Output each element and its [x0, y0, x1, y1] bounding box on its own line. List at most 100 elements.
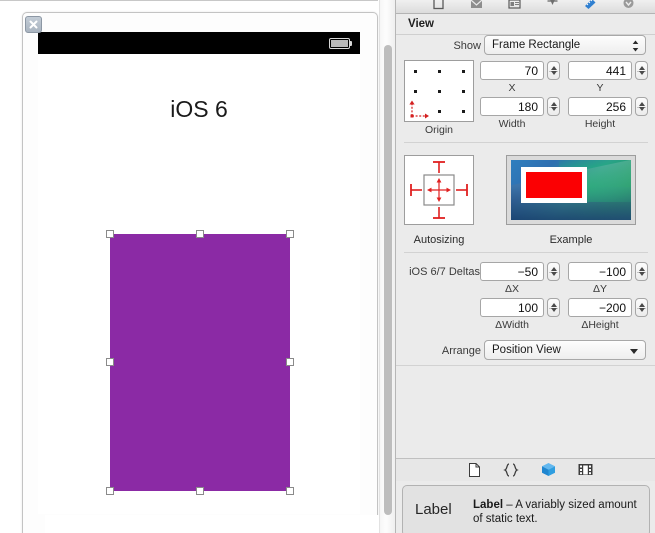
canvas-bottom-area	[45, 515, 401, 533]
show-popup-button[interactable]: Frame Rectangle	[484, 35, 646, 55]
battery-icon	[329, 38, 353, 49]
delta-width-value: 100	[517, 301, 538, 315]
example-caption: Example	[549, 234, 593, 246]
device-status-bar	[38, 32, 360, 54]
connections-inspector-tab[interactable]	[620, 0, 636, 10]
label-object-description: Label – A variably sized amount of stati…	[473, 498, 641, 526]
object-library-panel: Label Label – A variably sized amount of…	[396, 481, 655, 533]
interface-builder-canvas[interactable]: iOS 6	[0, 0, 401, 533]
ios-version-label: iOS 6	[170, 96, 228, 122]
delta-y-stepper[interactable]	[635, 262, 648, 281]
origin-dot-ml[interactable]	[414, 90, 417, 93]
frame-height-stepper[interactable]	[635, 97, 648, 116]
label-object-thumbnail: Label	[415, 501, 452, 518]
autosizing-caption: Autosizing	[413, 234, 465, 246]
delta-x-stepper[interactable]	[547, 262, 560, 281]
arrange-popup-value: Position View	[492, 344, 561, 356]
frame-width-value: 180	[517, 100, 538, 114]
file-inspector-tab[interactable]	[430, 0, 446, 10]
frame-x-label: X	[508, 82, 516, 94]
autosizing-control[interactable]	[404, 155, 474, 225]
delta-x-label: ΔX	[504, 283, 520, 295]
deltas-label: iOS 6/7 Deltas	[409, 266, 480, 278]
example-red-rect	[526, 172, 582, 198]
object-library-tab[interactable]	[541, 462, 556, 480]
delta-height-value: −200	[598, 301, 626, 315]
origin-dot-tc[interactable]	[438, 70, 441, 73]
frame-height-input[interactable]: 256	[568, 97, 632, 116]
resize-handle-top-right[interactable]	[286, 230, 294, 238]
delta-height-input[interactable]: −200	[568, 298, 632, 317]
resize-handle-middle-left[interactable]	[106, 358, 114, 366]
autosizing-example	[506, 155, 636, 225]
origin-dot-mr[interactable]	[462, 90, 465, 93]
frame-y-input[interactable]: 441	[568, 61, 632, 80]
library-tab-bar[interactable]	[396, 458, 655, 482]
example-frame	[521, 167, 587, 203]
show-popup-value: Frame Rectangle	[492, 39, 581, 51]
delta-y-value: −100	[598, 265, 626, 279]
frame-y-label: Y	[596, 82, 604, 94]
frame-height-label: Height	[584, 118, 616, 130]
frame-x-value: 70	[524, 64, 538, 78]
canvas-top-strip	[0, 1, 378, 11]
app-window: iOS 6 View Show Frame Rectangle Origin 7…	[0, 0, 655, 533]
inspector-tab-bar[interactable]	[396, 0, 655, 14]
frame-x-input[interactable]: 70	[480, 61, 544, 80]
delta-x-input[interactable]: −50	[480, 262, 544, 281]
label-object-title: Label	[473, 499, 504, 511]
label-object-dash: –	[503, 499, 516, 511]
origin-dot-bc[interactable]	[438, 110, 441, 113]
frame-width-stepper[interactable]	[547, 97, 560, 116]
size-inspector-tab[interactable]	[582, 0, 598, 10]
origin-axis-icon	[409, 100, 429, 119]
autosizing-struts-icon[interactable]	[405, 156, 473, 224]
quick-help-inspector-tab[interactable]	[468, 0, 484, 10]
delta-x-value: −50	[517, 265, 538, 279]
code-snippet-library-tab[interactable]	[503, 462, 519, 480]
frame-width-input[interactable]: 180	[480, 97, 544, 116]
example-wallpaper	[511, 160, 631, 220]
close-icon[interactable]	[25, 16, 42, 33]
frame-y-value: 441	[605, 64, 626, 78]
frame-y-stepper[interactable]	[635, 61, 648, 80]
frame-x-stepper[interactable]	[547, 61, 560, 80]
media-library-tab[interactable]	[578, 463, 593, 479]
arrange-popup-button[interactable]: Position View	[484, 340, 646, 360]
list-item[interactable]: Label Label – A variably sized amount of…	[402, 485, 650, 533]
divider-1	[404, 142, 648, 143]
resize-handle-bottom-center[interactable]	[196, 487, 204, 495]
delta-width-input[interactable]: 100	[480, 298, 544, 317]
delta-width-stepper[interactable]	[547, 298, 560, 317]
file-template-library-tab[interactable]	[468, 462, 481, 480]
delta-y-label: ΔY	[592, 283, 608, 295]
resize-handle-bottom-right[interactable]	[286, 487, 294, 495]
page-title: View	[408, 18, 434, 30]
inspector-empty-area	[396, 366, 655, 458]
size-inspector-panel: View Show Frame Rectangle Origin 70 X 44…	[395, 0, 655, 533]
origin-dot-tr[interactable]	[462, 70, 465, 73]
origin-dot-mc[interactable]	[438, 90, 441, 93]
resize-handle-top-center[interactable]	[196, 230, 204, 238]
origin-dot-br[interactable]	[462, 110, 465, 113]
frame-height-value: 256	[605, 100, 626, 114]
canvas-vertical-scrollbar[interactable]	[379, 0, 396, 533]
resize-handle-bottom-left[interactable]	[106, 487, 114, 495]
resize-handle-middle-right[interactable]	[286, 358, 294, 366]
origin-caption: Origin	[424, 124, 453, 136]
identity-inspector-tab[interactable]	[506, 0, 522, 10]
delta-y-input[interactable]: −100	[568, 262, 632, 281]
origin-dot-tl[interactable]	[414, 70, 417, 73]
delta-width-label: ΔWidth	[495, 319, 529, 331]
selected-purple-view[interactable]	[110, 234, 290, 491]
resize-handle-top-left[interactable]	[106, 230, 114, 238]
chevron-down-icon	[630, 349, 638, 354]
scrollbar-thumb[interactable]	[384, 45, 392, 515]
origin-picker[interactable]	[404, 60, 474, 122]
show-label: Show	[453, 40, 481, 52]
view-section-header: View	[396, 14, 655, 35]
delta-height-stepper[interactable]	[635, 298, 648, 317]
attributes-inspector-tab[interactable]	[544, 0, 560, 10]
delta-height-label: ΔHeight	[581, 319, 619, 331]
arrange-label: Arrange	[441, 345, 481, 357]
